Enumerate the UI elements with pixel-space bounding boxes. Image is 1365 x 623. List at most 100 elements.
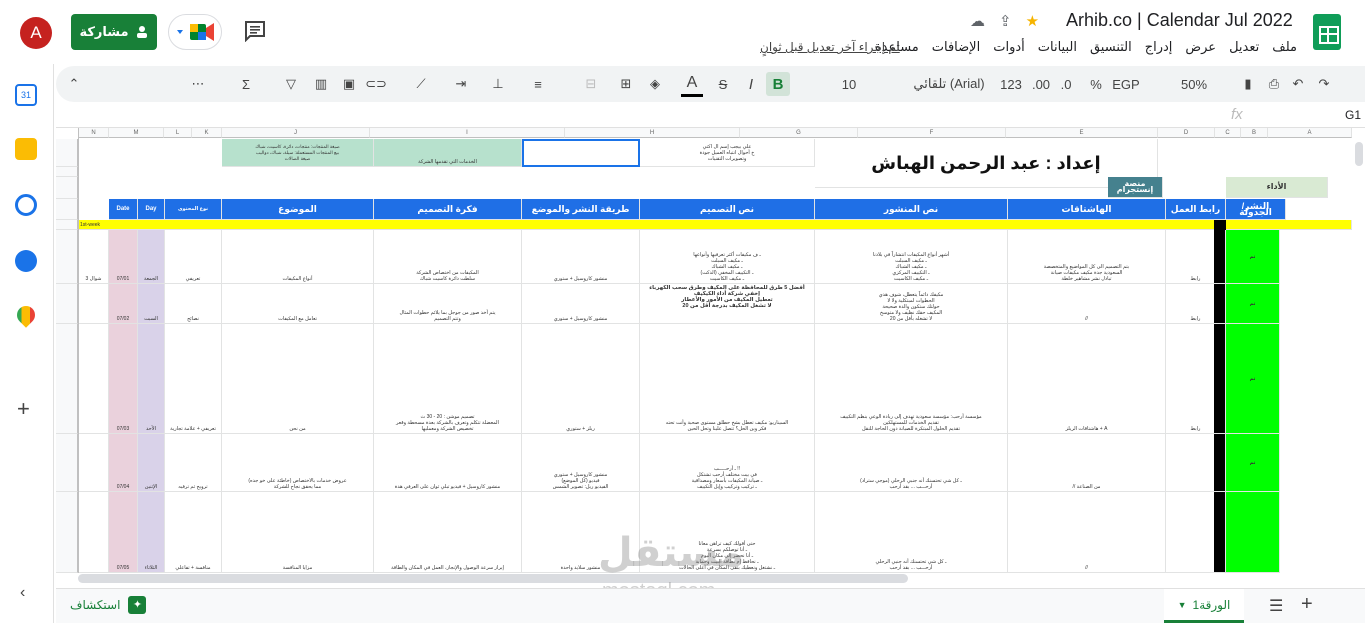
cell-topic[interactable]: عروض خدمات بالاختصاص (خاطئة على خو جده) … [222,434,374,492]
vertical-align-icon[interactable]: ⊥ [488,66,508,102]
cell-method[interactable]: منشور كاروسيل + ستوري [522,230,640,284]
cell-dtext[interactable]: أفضل 5 طرق للمحافظة على المكيف وطرق سحب … [640,284,815,324]
cell-ptext[interactable]: ـ كل شي تحتسنك أنه جنبي الرحلي أرحـــب .… [815,492,1008,573]
cell-date[interactable]: 07/01 [109,230,138,284]
row-header-11[interactable] [56,492,78,573]
cell-date[interactable]: 07/02 [109,284,138,324]
font-size-dropdown[interactable]: 10 [824,66,874,102]
cell-idea[interactable]: تصميم موشن : 20 - 30 ث المعضلة تتكلم وتع… [374,324,522,434]
header-schedule[interactable]: النشر/الجدولة [1226,199,1286,220]
text-color-icon[interactable]: A [681,71,703,97]
header-content-type[interactable]: نوع المحتوى [165,199,222,220]
more-icon[interactable]: ⋯ [186,66,210,102]
tasks-icon[interactable] [15,194,37,216]
col-header-h[interactable]: H [565,128,740,138]
col-header-l[interactable]: L [164,128,192,138]
cell-f1-note[interactable]: الخدمات التي تقدمها الشركة [374,139,522,167]
header-post-text[interactable]: نص المنشور [815,199,1008,220]
cell-sched[interactable]: تم [1226,434,1280,492]
menu-tools[interactable]: أدوات [993,39,1025,55]
sheet-title[interactable]: إعداد : عبد الرحمن الهباش [815,139,1158,188]
percent-button[interactable]: % [1086,66,1106,102]
cell-day[interactable]: الثلاثاء [138,492,165,573]
sheet-tab[interactable]: ▼ الورقة1 [1164,589,1244,623]
cell-type[interactable]: منافسة + تفاعلي [165,492,222,573]
cell-link[interactable]: رابط [1166,230,1226,284]
print-icon[interactable]: ⎙ [1264,66,1284,102]
bold-button[interactable]: B [766,72,790,96]
menu-file[interactable]: ملف [1272,39,1297,55]
cell-type[interactable]: تعريفي + علامة تجارية [165,324,222,434]
menu-edit[interactable]: تعديل [1229,39,1259,55]
cell-dtext[interactable]: السيناريو: مكيف تعطل بشخ حطلق مستوى صحبة… [640,324,815,434]
cell-link[interactable]: رابط [1166,324,1226,434]
cell-topic[interactable]: تعامل مع المكيفات [222,284,374,324]
cell-hash[interactable]: بتم التصميم الى كل المواضيع والمتخصصة ال… [1008,230,1166,284]
cell-ptext[interactable]: ـ كل شي تحتسنك أنه جنبي الرحلي (موجي ستر… [815,434,1008,492]
text-rotation-icon[interactable]: ⟋ [411,66,431,102]
horizontal-scrollbar[interactable] [78,574,908,583]
col-header-m[interactable]: M [109,128,164,138]
cell-link[interactable]: رابط [1166,284,1226,324]
cell-e1-note[interactable]: صيغة المنتجات: منتجات، دائرة، كاسيت، شبا… [222,139,374,167]
row-header-1[interactable] [56,139,78,167]
row-header-4[interactable] [56,199,78,220]
row-header-3[interactable] [56,177,78,199]
cell-ptext[interactable]: مؤسسة أرحب: مؤسسة سعودية تهدف إلى ربادة … [815,324,1008,434]
cell-day[interactable]: السبت [138,284,165,324]
cell-dtext[interactable]: ـ أرحـــــب !! في بيت مختلف أرحب تشتكل ـ… [640,434,815,492]
week-row[interactable]: 1st-week [79,220,1352,230]
collapse-panel-icon[interactable]: ‹ [20,584,25,602]
explore-button[interactable]: استكشاف ✦ [70,596,147,614]
row-header-9[interactable] [56,324,78,434]
cell-date[interactable]: 07/04 [109,434,138,492]
header-date[interactable]: Date [109,199,138,220]
cell-link[interactable] [1166,434,1226,492]
font-family-dropdown[interactable]: تلقائي (Arial) [904,66,994,102]
chart-icon[interactable]: ▥ [311,66,331,102]
menu-view[interactable]: عرض [1185,39,1216,55]
cell-topic[interactable]: مزايا المنافسة [222,492,374,573]
cell-topic[interactable]: أنواع المكيفات [222,230,374,284]
cell-sched[interactable]: تم [1226,230,1280,284]
cell-dtext[interactable]: ـ ف مكيفات أكثر تعرفيها وأنواعها ـ مكيف … [640,230,815,284]
last-edit-link[interactable]: تم إجراء آخر تعديل قبل ثوانٍ [760,40,900,54]
col-header-g[interactable]: G [740,128,858,138]
row-header-8[interactable] [56,284,78,324]
formula-input[interactable] [56,104,1221,127]
vertical-scrollbar[interactable] [1355,142,1363,166]
borders-icon[interactable]: ⊞ [616,66,636,102]
header-work-link[interactable]: رابط العمل [1166,199,1226,220]
decimal-increase-button[interactable]: .00 [1029,66,1053,102]
cell-type[interactable]: ترويج ثم ترفيه [165,434,222,492]
format-more-button[interactable]: 123 [996,66,1026,102]
col-header-d[interactable]: D [1158,128,1215,138]
cell-k[interactable] [79,284,109,324]
header-publish-method[interactable]: طريقة النشر والموضع [522,199,640,220]
cell-method[interactable]: منشور كاروسيل + ستوري [522,284,640,324]
menu-insert[interactable]: إدراج [1145,39,1173,55]
col-header-j[interactable]: J [222,128,370,138]
italic-icon[interactable]: I [741,66,761,102]
strikethrough-icon[interactable]: S [713,66,733,102]
col-header-b[interactable]: B [1241,128,1268,138]
col-header-i[interactable]: I [370,128,565,138]
col-header-a[interactable]: A [1268,128,1352,138]
cell-method[interactable]: منشور كاروسيل + ستوري فيديو (كل الموضع) … [522,434,640,492]
cell-date[interactable]: 07/05 [109,492,138,573]
header-design-idea[interactable]: فكرة التصميم [374,199,522,220]
zoom-dropdown[interactable]: 50% [1174,66,1214,102]
col-header-c[interactable]: C [1215,128,1241,138]
name-box[interactable]: G1 [1311,108,1361,122]
calendar-icon[interactable]: 31 [15,84,37,106]
cell-g1-selected[interactable] [522,139,640,167]
cell-day[interactable]: الأحد [138,324,165,434]
menu-addons[interactable]: الإضافات [932,39,980,55]
account-avatar[interactable]: A [20,17,52,49]
keep-icon[interactable] [15,138,37,160]
col-header-f[interactable]: F [858,128,1006,138]
cell-sched[interactable] [1226,492,1280,573]
fill-color-icon[interactable]: ◈ [644,66,666,102]
all-sheets-icon[interactable]: ☰ [1269,596,1283,616]
performance-label[interactable]: الأداء [1226,177,1328,198]
